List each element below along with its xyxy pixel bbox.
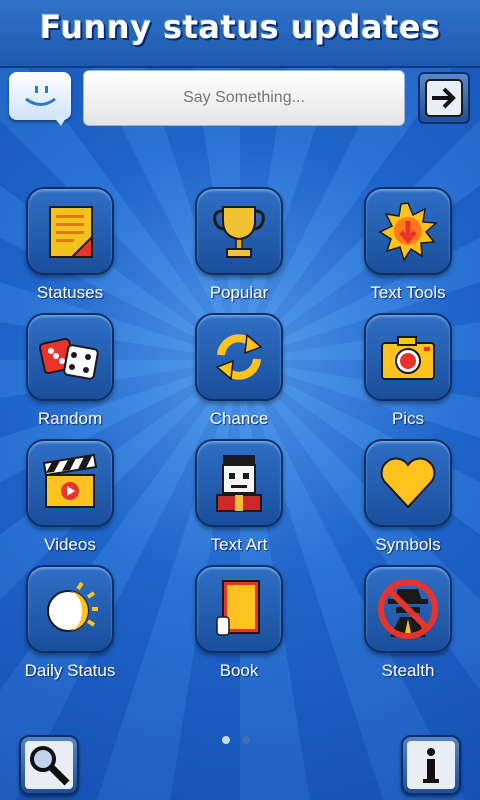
pixel-face-icon xyxy=(216,455,262,512)
tile-chance[interactable]: Chance xyxy=(159,313,319,439)
tile-icon-box xyxy=(26,313,114,401)
info-button[interactable] xyxy=(401,735,461,795)
tile-pics[interactable]: Pics xyxy=(328,313,480,439)
tile-label: Chance xyxy=(209,409,269,428)
tile-book[interactable]: Book xyxy=(159,565,319,691)
app-title: Funny status updates xyxy=(39,8,441,46)
tile-text-art[interactable]: Text Art xyxy=(159,439,319,565)
tile-label: Videos xyxy=(44,535,96,554)
heart-icon xyxy=(380,457,436,509)
tile-label: Popular xyxy=(209,283,269,302)
tile-videos[interactable]: Videos xyxy=(0,439,150,565)
tile-icon-box xyxy=(364,313,452,401)
tile-icon-box xyxy=(26,187,114,275)
refresh-arrows-icon xyxy=(215,333,263,381)
tile-popular[interactable]: Popular xyxy=(159,187,319,313)
tile-icon-box xyxy=(364,439,452,527)
no-spy-icon xyxy=(378,579,438,639)
page-dot[interactable] xyxy=(242,736,250,744)
tile-label: Text Art xyxy=(210,535,268,554)
notepad-icon xyxy=(49,206,93,258)
tile-stealth[interactable]: Stealth xyxy=(328,565,480,691)
tile-label: Symbols xyxy=(375,535,441,554)
tile-label: Daily Status xyxy=(24,661,116,680)
status-input[interactable] xyxy=(83,70,405,126)
tile-random[interactable]: Random xyxy=(0,313,150,439)
tile-icon-box xyxy=(26,439,114,527)
tile-icon-box xyxy=(364,187,452,275)
tile-icon-box xyxy=(195,439,283,527)
starburst-arrow-icon xyxy=(378,202,438,262)
tile-symbols[interactable]: Symbols xyxy=(328,439,480,565)
dice-icon xyxy=(38,337,99,380)
tile-icon-box xyxy=(195,565,283,653)
camera-icon xyxy=(381,336,435,380)
title-bar: Funny status updates xyxy=(0,0,480,68)
page-dot-active[interactable] xyxy=(222,736,230,744)
smiley-speech-icon xyxy=(25,86,56,106)
arrow-right-icon xyxy=(425,79,463,117)
search-button[interactable] xyxy=(19,735,79,795)
tile-label: Random xyxy=(37,409,103,428)
page-indicator xyxy=(222,731,262,749)
submit-button[interactable] xyxy=(418,72,470,124)
book-icon xyxy=(216,580,260,636)
tile-daily-status[interactable]: Daily Status xyxy=(0,565,150,691)
tile-icon-box xyxy=(195,187,283,275)
magnifier-icon xyxy=(25,741,73,789)
tile-label: Book xyxy=(219,661,259,680)
tile-statuses[interactable]: Statuses xyxy=(0,187,150,313)
sun-moon-icon xyxy=(47,581,98,632)
tile-label: Stealth xyxy=(381,661,435,680)
clapperboard-icon xyxy=(42,453,98,508)
info-icon xyxy=(407,741,455,789)
tile-label: Text Tools xyxy=(370,283,446,302)
tile-icon-box xyxy=(195,313,283,401)
tile-icon-box xyxy=(364,565,452,653)
trophy-icon xyxy=(213,206,265,258)
smiley-button[interactable] xyxy=(9,72,71,126)
tile-label: Pics xyxy=(391,409,425,428)
tile-text-tools[interactable]: Text Tools xyxy=(328,187,480,313)
tile-icon-box xyxy=(26,565,114,653)
tile-label: Statuses xyxy=(36,283,104,302)
